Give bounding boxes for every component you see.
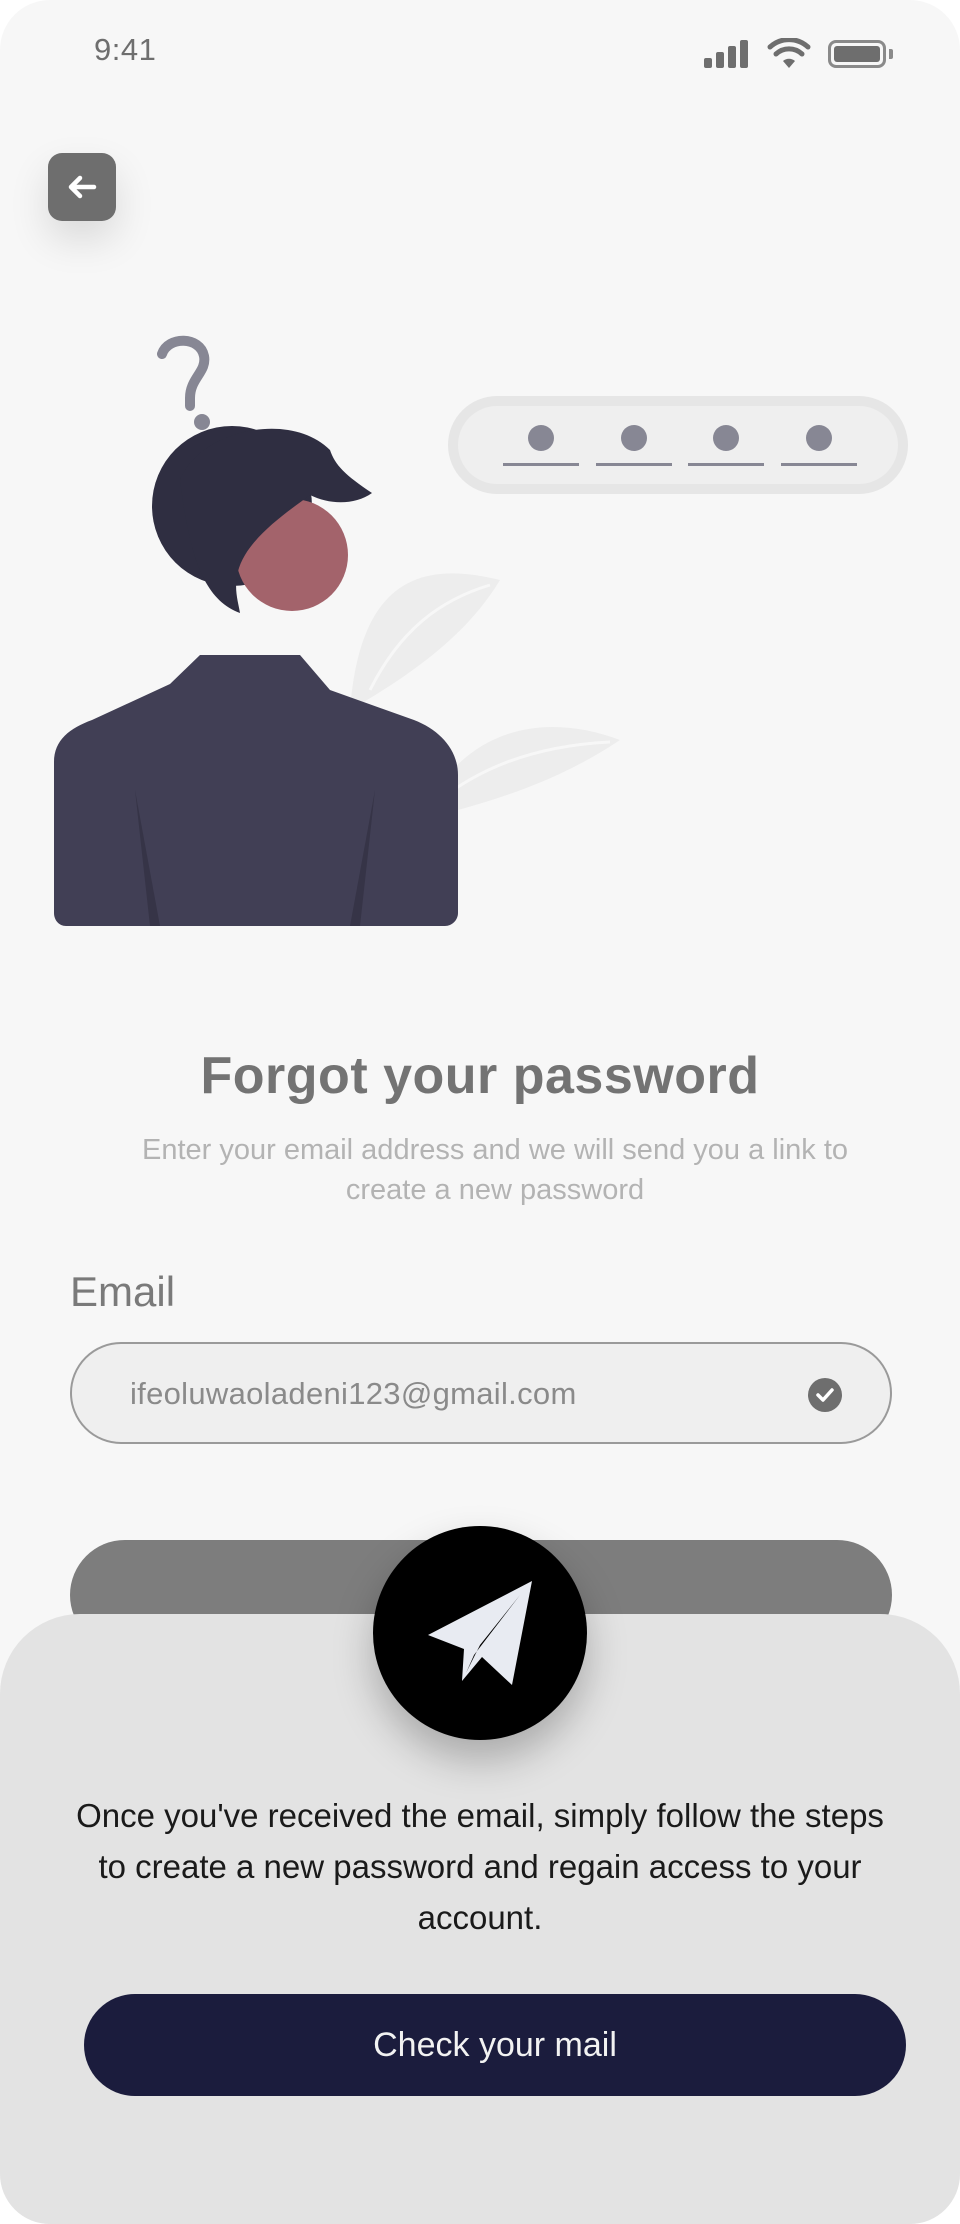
arrow-left-icon [68,175,97,199]
page-subtitle: Enter your email address and we will sen… [141,1134,849,1206]
email-label: Email [70,1268,176,1315]
phone-screen: 9:41 Forgot your password Enter your ema… [0,0,960,2224]
paper-plane-icon [428,1581,532,1685]
battery-icon [828,40,886,68]
status-icons [704,38,924,72]
email-field[interactable]: ifeoluwaoladeni123@gmail.com [70,1342,892,1444]
pin-dot [806,425,832,451]
back-button[interactable] [48,153,116,221]
plane-badge [373,1526,587,1740]
signal-icon [704,38,750,68]
pin-bubble [448,396,908,494]
wifi-icon [767,38,811,68]
email-value: ifeoluwaoladeni123@gmail.com [130,1376,577,1411]
page-title: Forgot your password [200,1047,760,1105]
forgot-password-illustration [54,335,908,926]
sheet-message: Once you've received the email, simply f… [76,1797,884,1936]
pin-dot [621,425,647,451]
pin-dot [528,425,554,451]
question-mark-icon [157,335,210,430]
check-circle-icon [808,1378,842,1412]
status-time: 9:41 [94,32,157,67]
pin-dot [713,425,739,451]
check-mail-button[interactable]: Check your mail [84,1994,906,2096]
